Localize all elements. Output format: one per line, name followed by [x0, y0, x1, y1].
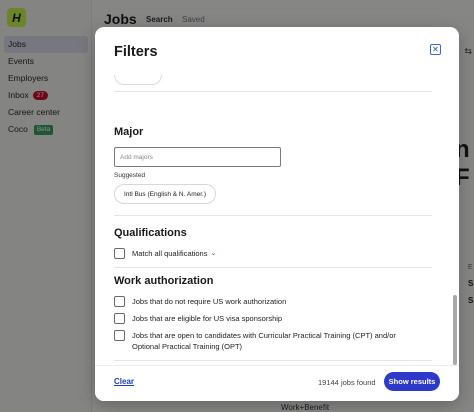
work-auth-checkbox[interactable] [114, 313, 125, 324]
modal-footer: Clear 19144 jobs found Show results [95, 365, 459, 401]
match-all-qualifications-label: Match all qualifications [132, 249, 208, 258]
filters-modal: Filters ✕ Major Suggested Intl Bus (Engl… [95, 27, 459, 401]
suggested-major-label: Intl Bus (English & N. Amer.) [124, 190, 207, 198]
modal-title: Filters [114, 44, 158, 60]
modal-scrollbar[interactable] [453, 295, 457, 365]
section-title-qualifications: Qualifications [114, 227, 187, 239]
close-icon: ✕ [432, 44, 439, 54]
scrolled-pill[interactable] [114, 75, 162, 85]
clear-button[interactable]: Clear [114, 377, 134, 386]
work-auth-option[interactable]: Jobs that are open to candidates with Cu… [114, 330, 402, 352]
work-auth-option[interactable]: Jobs that do not require US work authori… [114, 296, 286, 307]
work-auth-label: Jobs that are open to candidates with Cu… [132, 331, 396, 351]
modal-body[interactable]: Major Suggested Intl Bus (English & N. A… [95, 75, 459, 365]
match-all-qualifications-checkbox[interactable] [114, 248, 125, 259]
jobs-found-count: 19144 jobs found [318, 378, 376, 387]
section-divider [114, 91, 432, 92]
work-auth-option[interactable]: Jobs that are eligible for US visa spons… [114, 313, 282, 324]
section-divider [114, 360, 432, 361]
section-divider [114, 215, 432, 216]
close-button[interactable]: ✕ [430, 44, 441, 55]
work-auth-label: Jobs that are eligible for US visa spons… [132, 314, 283, 323]
work-auth-checkbox[interactable] [114, 296, 125, 307]
suggested-label: Suggested [114, 172, 146, 179]
match-all-qualifications-row[interactable]: Match all qualifications ⌄ [114, 248, 216, 259]
section-title-work-authorization: Work authorization [114, 275, 214, 287]
add-majors-input[interactable] [114, 147, 281, 167]
show-results-button[interactable]: Show results [384, 372, 440, 391]
chevron-down-icon[interactable]: ⌄ [210, 248, 216, 259]
work-auth-label: Jobs that do not require US work authori… [132, 297, 287, 306]
work-auth-checkbox[interactable] [114, 330, 125, 341]
section-divider [114, 267, 432, 268]
section-title-major: Major [114, 126, 144, 138]
modal-header: Filters ✕ [95, 27, 459, 75]
suggested-major-pill[interactable]: Intl Bus (English & N. Amer.) [114, 184, 217, 204]
